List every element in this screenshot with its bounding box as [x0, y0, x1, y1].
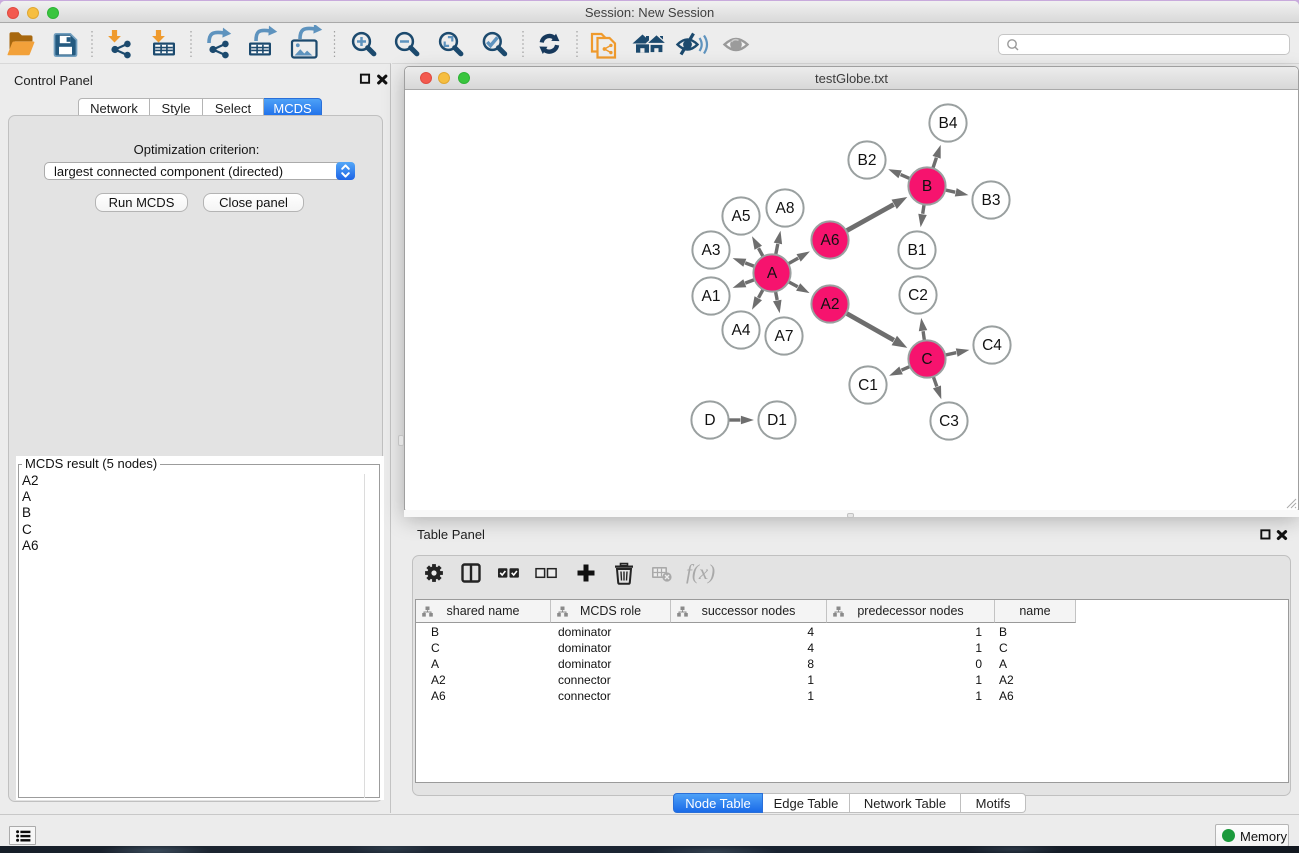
svg-text:B1: B1 [908, 242, 927, 259]
svg-text:B2: B2 [858, 152, 877, 169]
svg-text:C4: C4 [982, 337, 1002, 354]
svg-text:D: D [704, 412, 715, 429]
svg-text:f(x): f(x) [686, 560, 715, 584]
svg-text:A3: A3 [702, 242, 721, 259]
svg-text:A1: A1 [702, 288, 721, 305]
svg-text:A7: A7 [775, 328, 794, 345]
svg-text:C1: C1 [858, 377, 878, 394]
svg-text:A: A [767, 265, 778, 282]
svg-text:A4: A4 [732, 322, 751, 339]
svg-text:C3: C3 [939, 413, 959, 430]
svg-text:D1: D1 [767, 412, 787, 429]
svg-text:B3: B3 [982, 192, 1001, 209]
svg-text:A6: A6 [821, 232, 840, 249]
svg-text:A8: A8 [776, 200, 795, 217]
svg-text:B: B [922, 178, 932, 195]
svg-text:A5: A5 [732, 208, 751, 225]
svg-text:C: C [921, 351, 932, 368]
svg-text:A2: A2 [821, 296, 840, 313]
svg-text:C2: C2 [908, 287, 928, 304]
svg-text:B4: B4 [939, 115, 958, 132]
